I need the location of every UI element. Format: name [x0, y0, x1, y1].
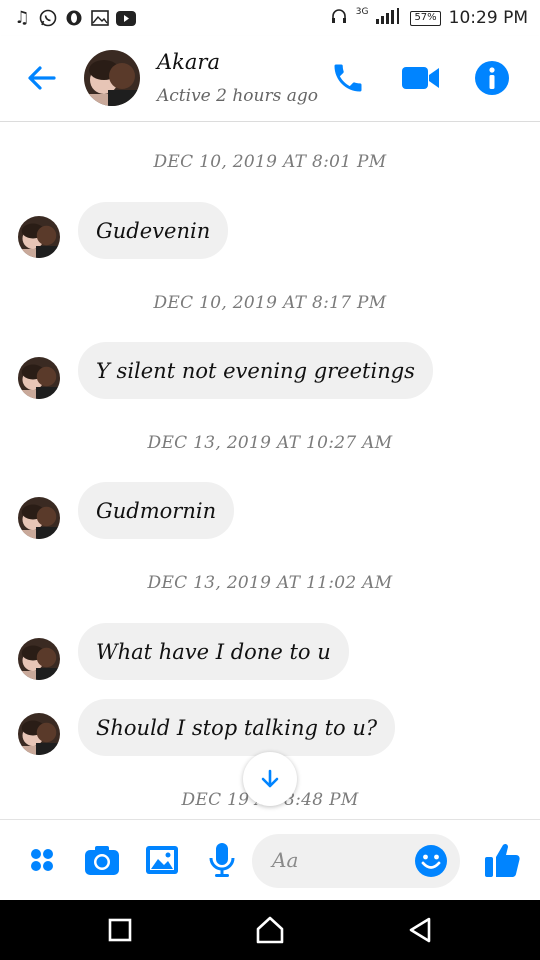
camera-icon — [85, 846, 119, 875]
back-button[interactable] — [24, 60, 60, 96]
conversation-header: Akara Active 2 hours ago — [0, 36, 540, 122]
message-timestamp: DEC 10, 2019 AT 8:17 PM — [153, 293, 387, 313]
message-thread[interactable]: DEC 10, 2019 AT 8:01 PM Gudevenin DEC 10… — [0, 122, 540, 819]
like-button[interactable] — [482, 840, 522, 880]
sender-avatar[interactable] — [18, 357, 60, 399]
message-timestamp: DEC 13, 2019 AT 10:27 AM — [147, 433, 393, 453]
contact-name: Akara — [157, 50, 220, 74]
thumbs-up-icon — [485, 843, 520, 877]
home-icon — [256, 916, 284, 944]
camera-button[interactable] — [84, 842, 120, 878]
contact-activity-status: Active 2 hours ago — [157, 86, 318, 106]
smiley-icon — [415, 845, 447, 877]
system-navigation-bar — [0, 900, 540, 960]
message-bubble[interactable]: What have I done to u — [78, 623, 349, 680]
avatar-photo — [18, 357, 60, 399]
opera-icon — [64, 9, 84, 27]
message-bubble[interactable]: Gudevenin — [78, 202, 229, 259]
square-icon — [108, 918, 132, 942]
network-type: 3G — [355, 7, 369, 17]
message-composer: Aa — [0, 819, 540, 900]
message-bubble[interactable]: Gudmornin — [78, 482, 235, 539]
battery-indicator: 57% — [410, 10, 441, 26]
avatar-photo — [18, 638, 60, 680]
message-input-placeholder: Aa — [272, 848, 299, 872]
headset-icon — [330, 7, 348, 30]
message-timestamp: DEC 10, 2019 AT 8:01 PM — [153, 152, 387, 172]
phone-icon — [334, 64, 362, 92]
voice-message-button[interactable] — [204, 842, 240, 878]
conversation-info-button[interactable] — [474, 60, 510, 96]
back-arrow-icon — [28, 66, 56, 90]
scroll-to-bottom-button[interactable] — [243, 752, 297, 806]
avatar-photo — [18, 713, 60, 755]
recent-apps-button[interactable] — [103, 913, 137, 947]
message-bubble[interactable]: Y silent not evening greetings — [78, 342, 433, 399]
voice-call-button[interactable] — [330, 60, 366, 96]
home-button[interactable] — [253, 913, 287, 947]
sender-avatar[interactable] — [18, 638, 60, 680]
contact-avatar[interactable] — [84, 50, 140, 106]
image-icon — [146, 846, 178, 874]
triangle-back-icon — [409, 917, 431, 943]
sender-avatar[interactable] — [18, 497, 60, 539]
arrow-down-icon — [261, 769, 279, 788]
status-time: 10:29 PM — [448, 8, 528, 28]
signal-icon — [376, 7, 402, 29]
message-timestamp: DEC 13, 2019 AT 11:02 AM — [147, 573, 393, 593]
music-icon: ♫ — [14, 8, 30, 28]
video-camera-icon — [402, 67, 439, 89]
back-nav-button[interactable] — [403, 913, 437, 947]
status-system-area: 3G 57% 10:29 PM — [330, 7, 528, 30]
microphone-icon — [209, 843, 235, 877]
sender-avatar[interactable] — [18, 216, 60, 258]
more-options-button[interactable] — [24, 842, 60, 878]
gallery-icon — [90, 9, 110, 27]
video-call-button[interactable] — [400, 62, 442, 94]
message-input[interactable]: Aa — [252, 834, 460, 888]
message-bubble[interactable]: Should I stop talking to u? — [78, 699, 396, 756]
status-bar: ♫ 3G 57% 10:29 PM — [0, 0, 540, 36]
whatsapp-icon — [38, 9, 58, 27]
emoji-button[interactable] — [414, 844, 448, 878]
sender-avatar[interactable] — [18, 713, 60, 755]
youtube-icon — [116, 9, 136, 27]
avatar-photo — [84, 50, 140, 106]
four-dots-icon — [31, 849, 53, 871]
info-icon — [475, 61, 509, 95]
status-notification-icons: ♫ — [12, 8, 136, 28]
avatar-photo — [18, 216, 60, 258]
avatar-photo — [18, 497, 60, 539]
gallery-button[interactable] — [144, 842, 180, 878]
